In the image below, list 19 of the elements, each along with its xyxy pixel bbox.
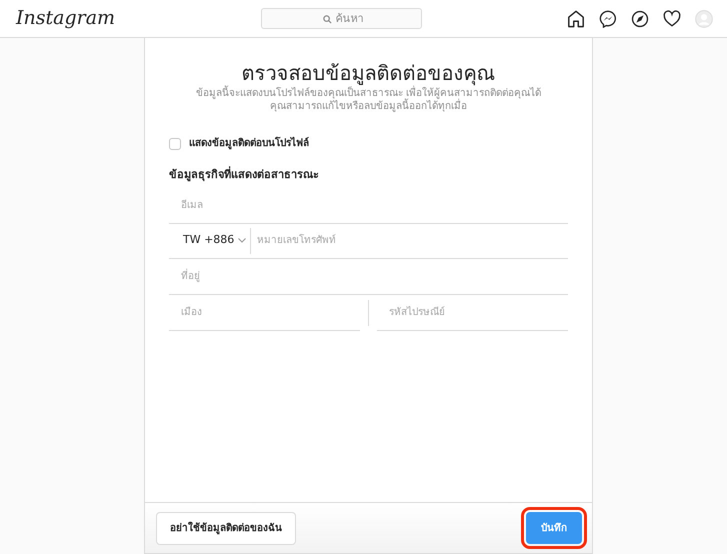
city-field[interactable]: เมือง [169,294,360,330]
country-code-dropdown[interactable]: TW +886 [169,232,250,249]
address-field[interactable]: ที่อยู่ [169,258,568,294]
heart-icon[interactable] [662,10,681,28]
checkbox-label: แสดงข้อมูลติดต่อบนโปรไฟล์ [189,136,309,151]
section-heading: ข้อมูลธุรกิจที่แสดงต่อสาธารณะ [169,167,320,184]
compass-icon[interactable] [630,10,649,28]
messenger-icon[interactable] [598,10,617,28]
checkbox[interactable] [169,138,181,150]
email-field[interactable]: อีเมล [169,188,568,224]
logo[interactable]: Instagram [16,4,116,33]
postcode-field[interactable]: รหัสไปรษณีย์ [377,294,568,330]
skip-button[interactable]: อย่าใช้ข้อมูลติดต่อของฉัน [156,512,296,544]
form-title: ตรวจสอบข้อมูลติดต่อของคุณ [240,60,496,86]
form-description: ข้อมูลนี้จะแสดงบนโปรไฟล์ของคุณเป็นสาธารณะ เพื่อให้ผู้คนสามารถติดต่อคุณได้ คุณสามารถแก้ไขหรือลบข้อมูลนี้ออกได้ทุกเมื่อ [169,88,568,113]
home-icon[interactable] [566,10,585,28]
search-field[interactable]: ค้นหา [260,8,422,29]
chevron-icon [238,238,246,243]
phone-field[interactable]: หมายเลขโทรศัพท์ [251,222,568,258]
